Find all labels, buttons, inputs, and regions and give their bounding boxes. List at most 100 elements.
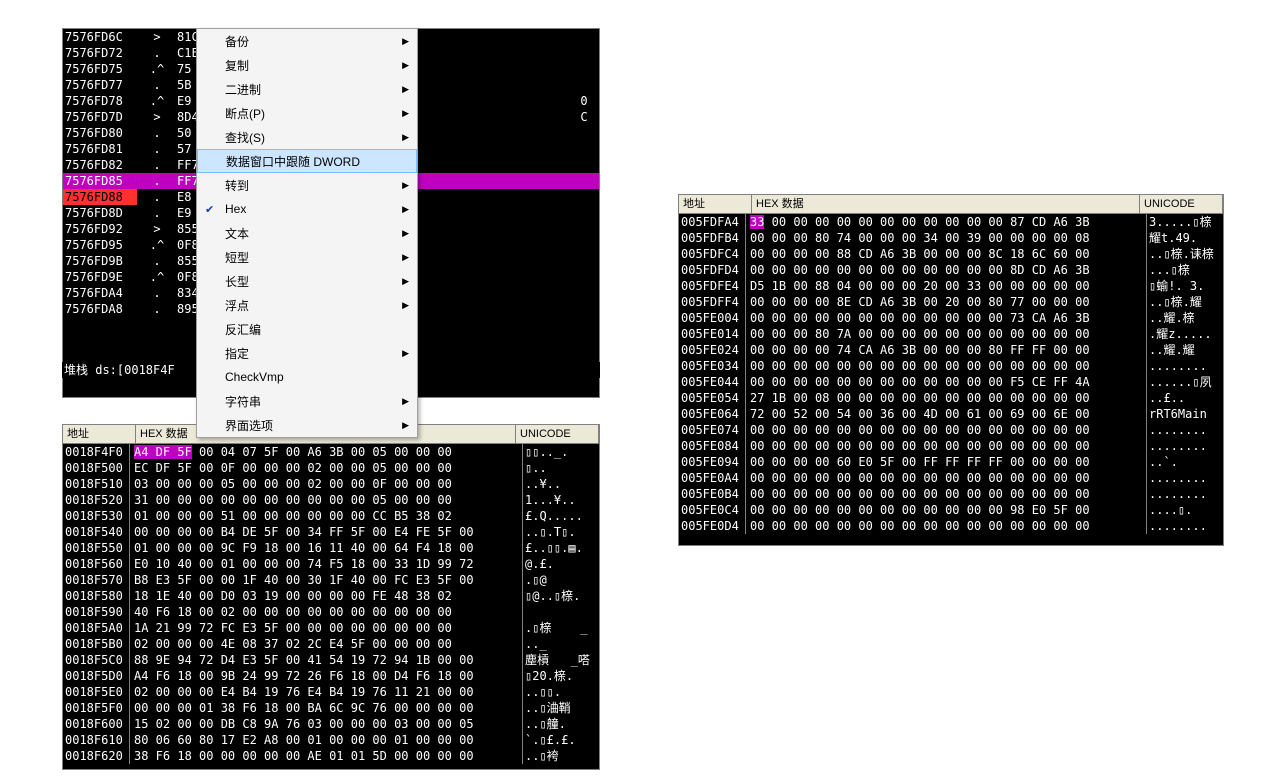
hex-unicode: ..▯浀鞘 <box>523 700 599 716</box>
context-menu[interactable]: 备份复制二进制断点(P) 查找(S) 数据窗口中跟随 DWORD转到Hex文本短型长… <box>196 28 418 438</box>
hex-row[interactable]: 005FE0B400 00 00 00 00 00 00 00 00 00 00… <box>679 486 1223 502</box>
hex-bytes: 00 00 00 00 00 00 00 00 00 00 00 00 F5 C… <box>746 374 1147 390</box>
hex-row[interactable]: 0018F5D0A4 F6 18 00 9B 24 99 72 26 F6 18… <box>63 668 599 684</box>
hex-row[interactable]: 0018F4F0A4 DF 5F 00 04 07 5F 00 A6 3B 00… <box>63 444 599 460</box>
hex-bytes: A4 F6 18 00 9B 24 99 72 26 F6 18 00 D4 F… <box>130 668 523 684</box>
hex-row[interactable]: 0018F60015 02 00 00 DB C8 9A 76 03 00 00… <box>63 716 599 732</box>
hex-row[interactable]: 005FDFF400 00 00 00 8E CD A6 3B 00 20 00… <box>679 294 1223 310</box>
menu-item[interactable]: 短型 <box>197 245 417 269</box>
menu-item[interactable]: 备份 <box>197 29 417 53</box>
menu-item[interactable]: 文本 <box>197 221 417 245</box>
hex-addr: 0018F570 <box>63 572 130 588</box>
menu-item[interactable]: 反汇编 <box>197 317 417 341</box>
hex-row[interactable]: 005FE05427 1B 00 08 00 00 00 00 00 00 00… <box>679 390 1223 406</box>
hex-row[interactable]: 005FDFB400 00 00 80 74 00 00 00 34 00 39… <box>679 230 1223 246</box>
hex-row[interactable]: 005FE02400 00 00 00 74 CA A6 3B 00 00 00… <box>679 342 1223 358</box>
menu-item[interactable]: 查找(S) <box>197 125 417 149</box>
menu-item[interactable]: 断点(P) <box>197 101 417 125</box>
hex-bytes: 00 00 00 00 60 E0 5F 00 FF FF FF FF 00 0… <box>746 454 1147 470</box>
hex-row[interactable]: 0018F58018 1E 40 00 D0 03 19 00 00 00 00… <box>63 588 599 604</box>
menu-item[interactable]: 转到 <box>197 173 417 197</box>
menu-item[interactable]: 长型 <box>197 269 417 293</box>
hex-row[interactable]: 0018F52031 00 00 00 00 00 00 00 00 00 00… <box>63 492 599 508</box>
hex-row[interactable]: 0018F61080 06 60 80 17 E2 A8 00 01 00 00… <box>63 732 599 748</box>
hex-row[interactable]: 005FDFC400 00 00 00 88 CD A6 3B 00 00 00… <box>679 246 1223 262</box>
hex-row[interactable]: 0018F5F000 00 00 01 38 F6 18 00 BA 6C 9C… <box>63 700 599 716</box>
hex-addr: 0018F520 <box>63 492 130 508</box>
menu-item-label: 字符串 <box>225 393 261 410</box>
menu-item[interactable]: 界面选项 <box>197 413 417 437</box>
hex-row[interactable]: 0018F560E0 10 40 00 01 00 00 00 74 F5 18… <box>63 556 599 572</box>
hex-addr: 005FE024 <box>679 342 746 358</box>
menu-item[interactable]: 二进制 <box>197 77 417 101</box>
menu-item-label: 浮点 <box>225 297 249 314</box>
menu-item-label: 指定 <box>225 345 249 362</box>
hex-row[interactable]: 0018F59040 F6 18 00 02 00 00 00 00 00 00… <box>63 604 599 620</box>
hex-row[interactable]: 005FE01400 00 00 80 7A 00 00 00 00 00 00… <box>679 326 1223 342</box>
hex-addr: 0018F610 <box>63 732 130 748</box>
hex-bytes: 00 00 00 00 00 00 00 00 00 00 00 00 00 0… <box>746 438 1147 454</box>
hex-row[interactable]: 0018F51003 00 00 00 05 00 00 00 02 00 00… <box>63 476 599 492</box>
hex-row[interactable]: 0018F5C088 9E 94 72 D4 E3 5F 00 41 54 19… <box>63 652 599 668</box>
hex-bytes: E0 10 40 00 01 00 00 00 74 F5 18 00 33 1… <box>130 556 523 572</box>
mark-cell: . <box>137 157 177 173</box>
hex-addr: 0018F500 <box>63 460 130 476</box>
hex-row[interactable]: 005FE09400 00 00 00 60 E0 5F 00 FF FF FF… <box>679 454 1223 470</box>
hex-unicode: ......▯夙 <box>1147 374 1223 390</box>
hex-bytes: 00 00 00 00 00 00 00 00 00 00 00 00 00 0… <box>746 518 1147 534</box>
hex-bytes: 00 00 00 00 00 00 00 00 00 00 00 00 73 C… <box>746 310 1147 326</box>
hex-dump-right[interactable]: 地址 HEX 数据 UNICODE 005FDFA433 00 00 00 00… <box>678 194 1224 546</box>
menu-item-label: 查找(S) <box>225 129 265 146</box>
hex-row[interactable]: 005FE03400 00 00 00 00 00 00 00 00 00 00… <box>679 358 1223 374</box>
hex-row[interactable]: 0018F62038 F6 18 00 00 00 00 00 AE 01 01… <box>63 748 599 764</box>
hex-row[interactable]: 005FE08400 00 00 00 00 00 00 00 00 00 00… <box>679 438 1223 454</box>
hex-row[interactable]: 005FE04400 00 00 00 00 00 00 00 00 00 00… <box>679 374 1223 390</box>
hex-unicode: ▯20.榇. <box>523 668 599 684</box>
menu-item[interactable]: 数据窗口中跟随 DWORD <box>197 149 417 173</box>
hex-row[interactable]: 0018F5E002 00 00 00 E4 B4 19 76 E4 B4 19… <box>63 684 599 700</box>
menu-item[interactable]: 指定 <box>197 341 417 365</box>
hex-unicode: ........ <box>1147 486 1223 502</box>
hex-row[interactable]: 0018F570B8 E3 5F 00 00 1F 40 00 30 1F 40… <box>63 572 599 588</box>
menu-item[interactable]: 浮点 <box>197 293 417 317</box>
addr-cell: 7576FD72 <box>63 45 137 61</box>
hex-row[interactable]: 0018F54000 00 00 00 B4 DE 5F 00 34 FF 5F… <box>63 524 599 540</box>
hex-row[interactable]: 005FDFE4D5 1B 00 88 04 00 00 00 20 00 33… <box>679 278 1223 294</box>
hex-bytes: B8 E3 5F 00 00 1F 40 00 30 1F 40 00 FC E… <box>130 572 523 588</box>
hex-row[interactable]: 0018F53001 00 00 00 51 00 00 00 00 00 00… <box>63 508 599 524</box>
hex-addr: 005FE0B4 <box>679 486 746 502</box>
mark-cell: . <box>137 45 177 61</box>
menu-item[interactable]: Hex <box>197 197 417 221</box>
addr-cell: 7576FD6C <box>63 29 137 45</box>
hex-bytes: EC DF 5F 00 0F 00 00 00 02 00 00 05 00 0… <box>130 460 523 476</box>
hex-row[interactable]: 005FDFD400 00 00 00 00 00 00 00 00 00 00… <box>679 262 1223 278</box>
menu-item[interactable]: 字符串 <box>197 389 417 413</box>
hex-row[interactable]: 005FDFA433 00 00 00 00 00 00 00 00 00 00… <box>679 214 1223 230</box>
hex-row[interactable]: 0018F55001 00 00 00 9C F9 18 00 16 11 40… <box>63 540 599 556</box>
hex-dump-left[interactable]: 地址 HEX 数据 UNICODE 0018F4F0A4 DF 5F 00 04… <box>62 424 600 770</box>
hex-bytes: 02 00 00 00 E4 B4 19 76 E4 B4 19 76 11 2… <box>130 684 523 700</box>
hex-row[interactable]: 005FE0C400 00 00 00 00 00 00 00 00 00 00… <box>679 502 1223 518</box>
hex-row[interactable]: 005FE06472 00 52 00 54 00 36 00 4D 00 61… <box>679 406 1223 422</box>
hex-addr: 005FDFD4 <box>679 262 746 278</box>
addr-cell: 7576FD85 <box>63 173 137 189</box>
hex-bytes: 00 00 00 00 00 00 00 00 00 00 00 00 00 0… <box>746 422 1147 438</box>
hex-addr: 005FE094 <box>679 454 746 470</box>
menu-item-label: 备份 <box>225 33 249 50</box>
hex-unicode: ....▯. <box>1147 502 1223 518</box>
hex-row[interactable]: 0018F500EC DF 5F 00 0F 00 00 00 02 00 00… <box>63 460 599 476</box>
hex-row[interactable]: 005FE0A400 00 00 00 00 00 00 00 00 00 00… <box>679 470 1223 486</box>
hex-row[interactable]: 0018F5B002 00 00 00 4E 08 37 02 2C E4 5F… <box>63 636 599 652</box>
menu-item[interactable]: CheckVmp <box>197 365 417 389</box>
hex-row[interactable]: 005FE00400 00 00 00 00 00 00 00 00 00 00… <box>679 310 1223 326</box>
hex-bytes: A4 DF 5F 00 04 07 5F 00 A6 3B 00 05 00 0… <box>130 444 523 460</box>
hex-row[interactable]: 0018F5A01A 21 99 72 FC E3 5F 00 00 00 00… <box>63 620 599 636</box>
menu-item[interactable]: 复制 <box>197 53 417 77</box>
addr-cell: 7576FD80 <box>63 125 137 141</box>
hex-row[interactable]: 005FE07400 00 00 00 00 00 00 00 00 00 00… <box>679 422 1223 438</box>
hex-row[interactable]: 005FE0D400 00 00 00 00 00 00 00 00 00 00… <box>679 518 1223 534</box>
menu-item-label: 界面选项 <box>225 417 273 434</box>
hex-unicode: ........ <box>1147 358 1223 374</box>
hex-addr: 0018F560 <box>63 556 130 572</box>
hex-unicode: `.▯£.£. <box>523 732 599 748</box>
